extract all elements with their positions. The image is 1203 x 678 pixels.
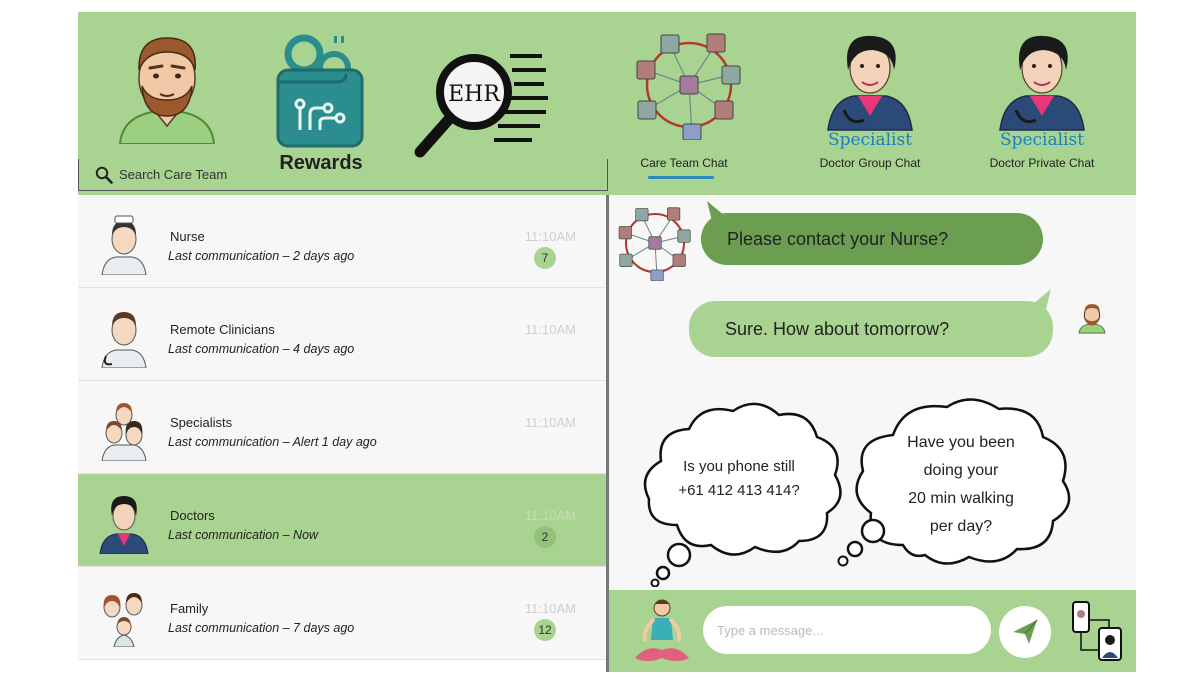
- patient-avatar-icon[interactable]: [112, 26, 222, 144]
- contact-time: 11:10AM: [524, 322, 576, 337]
- thought-line: per day?: [929, 518, 993, 535]
- thought-line: doing your: [923, 462, 999, 479]
- tab-label[interactable]: Doctor Group Chat: [802, 156, 938, 170]
- contact-time: 11:10AM: [524, 601, 576, 616]
- contact-time: 11:10AM: [524, 229, 576, 244]
- chat-tabs: Care Team Chat Specialist Doctor Group C…: [608, 12, 1136, 195]
- tab-doctor-private-chat[interactable]: Specialist Doctor Private Chat: [974, 30, 1104, 180]
- patient-avatar-icon: [1078, 304, 1106, 334]
- tab-label[interactable]: Care Team Chat: [616, 156, 752, 170]
- tab-subtitle: Specialist: [999, 130, 1085, 150]
- video-call-icon[interactable]: [1069, 600, 1125, 664]
- unread-badge: 12: [534, 619, 556, 641]
- care-app: Rewards EHR Search Care Team Care Team C…: [78, 12, 1136, 672]
- outgoing-message: Sure. How about tomorrow?: [689, 301, 1053, 357]
- search-icon: [95, 166, 113, 184]
- search-care-team[interactable]: Search Care Team: [78, 159, 608, 191]
- contact-row-doctors[interactable]: Doctors Last communication – Now 11:10AM…: [78, 474, 606, 567]
- contact-name: Remote Clinicians: [170, 322, 275, 337]
- thought-line: Have you been: [907, 434, 1015, 451]
- unread-badge: 7: [534, 247, 556, 269]
- ehr-label: EHR: [448, 82, 501, 107]
- search-placeholder[interactable]: Search Care Team: [119, 167, 227, 182]
- thought-text: Have you been doing your 20 min walking …: [881, 429, 1041, 541]
- rewards-wallet-icon[interactable]: [276, 30, 366, 148]
- app-header: Rewards EHR Search Care Team Care Team C…: [78, 12, 1136, 195]
- yoga-avatar-icon: [635, 599, 689, 661]
- thought-line: Is you phone still: [683, 458, 795, 475]
- message-input[interactable]: [703, 606, 991, 654]
- doctor-avatar-icon: [827, 35, 913, 131]
- chat-panel: Please contact your Nurse? Sure. How abo…: [609, 195, 1136, 590]
- thought-line: 20 min walking: [908, 490, 1014, 507]
- care-team-avatar-icon: [618, 207, 691, 281]
- contact-time: 11:10AM: [524, 415, 576, 430]
- nurse-avatar-icon: [101, 215, 147, 275]
- message-text: Please contact your Nurse?: [727, 228, 949, 249]
- tab-care-team-chat[interactable]: Care Team Chat: [616, 30, 746, 180]
- message-input-bar: [609, 590, 1136, 672]
- contact-name: Nurse: [170, 229, 205, 244]
- unread-badge: 2: [534, 526, 556, 548]
- contact-row-nurse[interactable]: Nurse Last communication – 2 days ago 11…: [78, 195, 606, 288]
- active-tab-indicator: [648, 176, 714, 179]
- tab-label[interactable]: Doctor Private Chat: [974, 156, 1110, 170]
- contact-last-communication: Last communication – 2 days ago: [168, 249, 355, 263]
- thought-line: +61 412 413 414?: [678, 482, 800, 499]
- contact-last-communication: Last communication – Alert 1 day ago: [168, 435, 377, 449]
- send-button[interactable]: [999, 606, 1051, 658]
- contact-last-communication: Last communication – 7 days ago: [168, 621, 355, 635]
- thought-text: Is you phone still +61 412 413 414?: [661, 455, 817, 503]
- contact-name: Specialists: [170, 415, 233, 430]
- contact-row-remote-clinicians[interactable]: Remote Clinicians Last communication – 4…: [78, 288, 606, 381]
- send-icon: [1013, 619, 1038, 644]
- doctor-avatar-icon: [99, 496, 149, 554]
- contact-list: Nurse Last communication – 2 days ago 11…: [78, 195, 606, 672]
- contact-row-family[interactable]: Family Last communication – 7 days ago 1…: [78, 567, 606, 660]
- incoming-message: Please contact your Nurse?: [701, 213, 1043, 265]
- header-left: Rewards EHR Search Care Team: [78, 12, 608, 195]
- doctor-avatar-icon: [999, 35, 1085, 131]
- tab-doctor-group-chat[interactable]: Specialist Doctor Group Chat: [802, 30, 932, 180]
- contact-row-specialists[interactable]: Specialists Last communication – Alert 1…: [78, 381, 606, 474]
- message-text: Sure. How about tomorrow?: [725, 318, 950, 339]
- contact-last-communication: Last communication – Now: [168, 528, 319, 542]
- specialists-avatar-icon: [101, 403, 147, 461]
- family-avatar-icon: [103, 593, 143, 647]
- contact-last-communication: Last communication – 4 days ago: [168, 342, 355, 356]
- clinician-avatar-icon: [101, 312, 147, 368]
- care-team-network-icon: [636, 33, 741, 140]
- tab-subtitle: Specialist: [827, 130, 913, 150]
- contact-time: 11:10AM: [524, 508, 576, 523]
- contact-name: Family: [170, 601, 209, 616]
- contact-name: Doctors: [170, 508, 215, 523]
- ehr-search-icon[interactable]: EHR: [414, 48, 552, 158]
